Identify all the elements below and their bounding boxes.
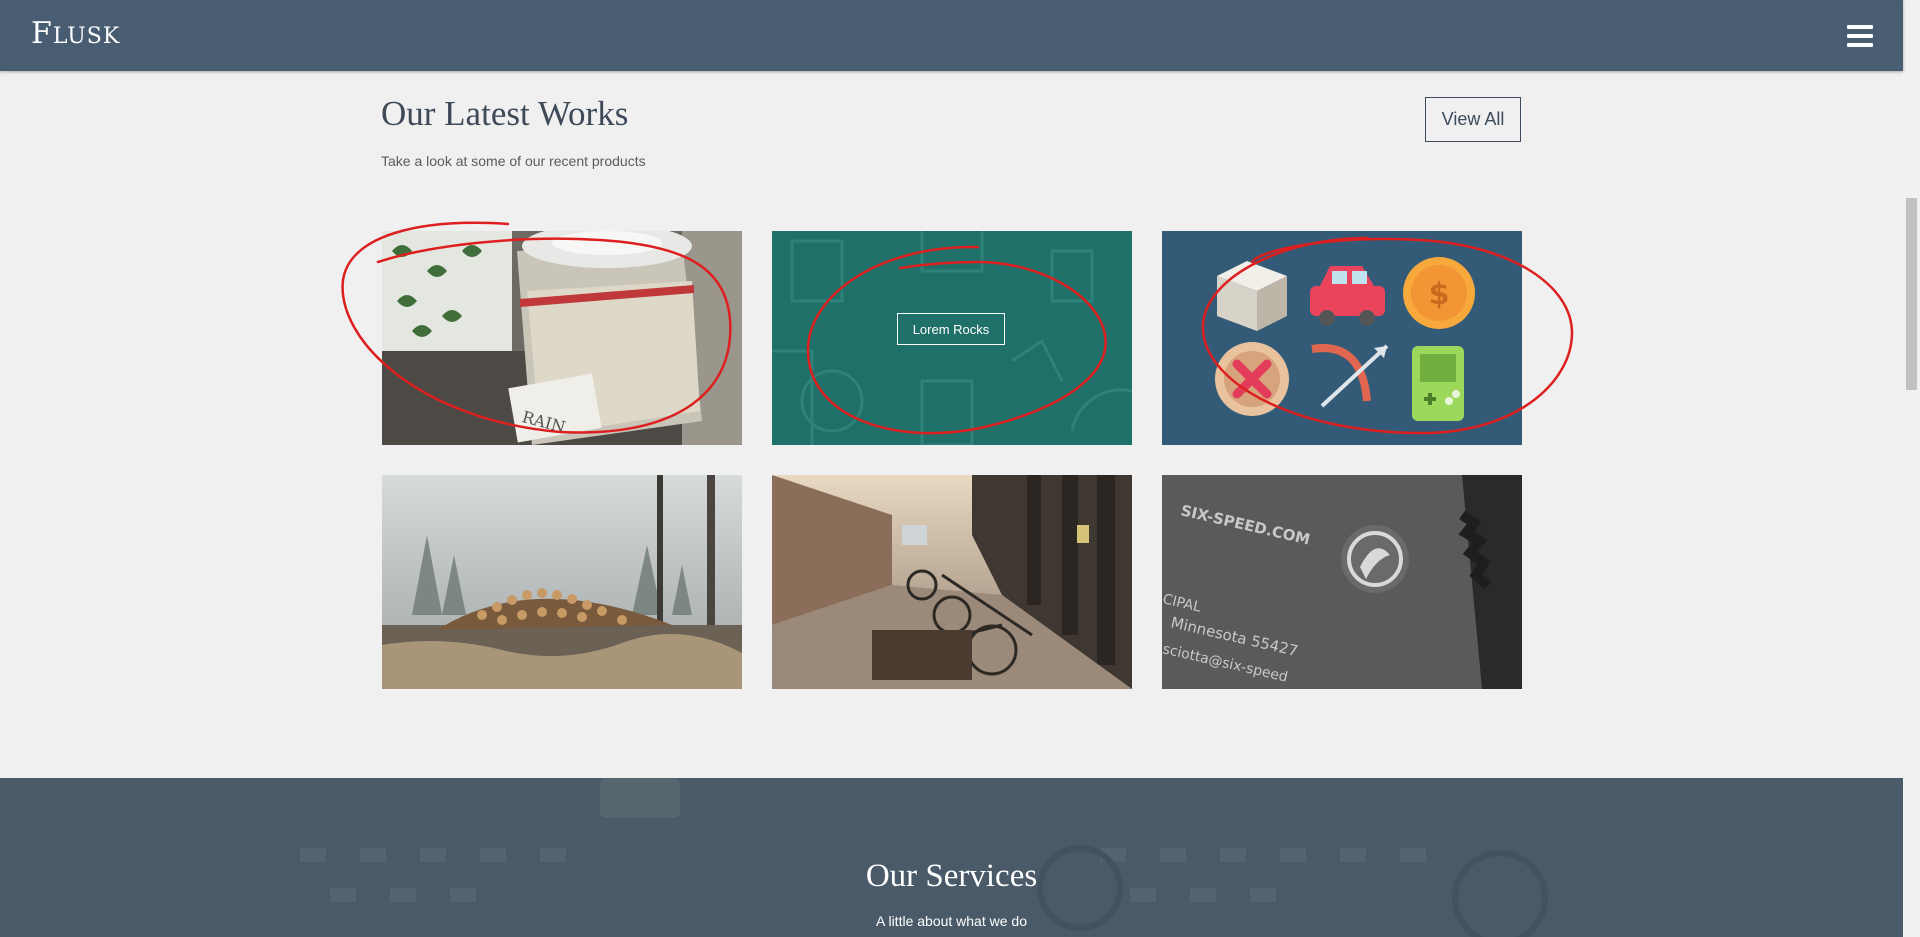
section-subtitle: Take a look at some of our recent produc…	[381, 153, 646, 169]
business-card-image: SIX-SPEED.COM CIPAL Minnesota 55427 scio…	[1162, 475, 1522, 689]
work-item-bicycles[interactable]	[772, 475, 1132, 689]
work-item-jar[interactable]: RAIN	[382, 231, 742, 445]
scrollbar-thumb[interactable]	[1906, 198, 1917, 390]
view-all-button[interactable]: View All	[1425, 97, 1521, 142]
brand-logo[interactable]: FLUSK	[31, 16, 120, 51]
brand-initial: F	[31, 16, 53, 51]
svg-text:$: $	[1429, 277, 1450, 312]
services-section: Our Services A little about what we do	[0, 778, 1903, 937]
bicycle-street-image	[772, 475, 1132, 689]
coin-icon: $	[1403, 257, 1475, 329]
work-item-icons[interactable]: $	[1162, 231, 1522, 445]
page-scrollbar[interactable]	[1903, 0, 1920, 937]
gameboy-icon	[1412, 346, 1464, 421]
work-item-business-card[interactable]: SIX-SPEED.COM CIPAL Minnesota 55427 scio…	[1162, 475, 1522, 689]
button-icon	[1215, 342, 1289, 416]
work-item-teal[interactable]: Lorem Rocks	[772, 231, 1132, 445]
hamburger-menu-icon[interactable]	[1847, 25, 1873, 47]
services-subtitle: A little about what we do	[876, 913, 1027, 929]
jar-image: RAIN	[382, 231, 742, 445]
work-item-logs[interactable]	[382, 475, 742, 689]
services-title: Our Services	[865, 858, 1038, 894]
section-title: Our Latest Works	[381, 94, 629, 133]
brand-rest: LUSK	[52, 24, 121, 49]
navbar: FLUSK	[0, 0, 1903, 71]
flat-icons-image: $	[1162, 231, 1522, 445]
lorem-rocks-button[interactable]: Lorem Rocks	[897, 313, 1005, 345]
log-pile-image	[382, 475, 742, 689]
